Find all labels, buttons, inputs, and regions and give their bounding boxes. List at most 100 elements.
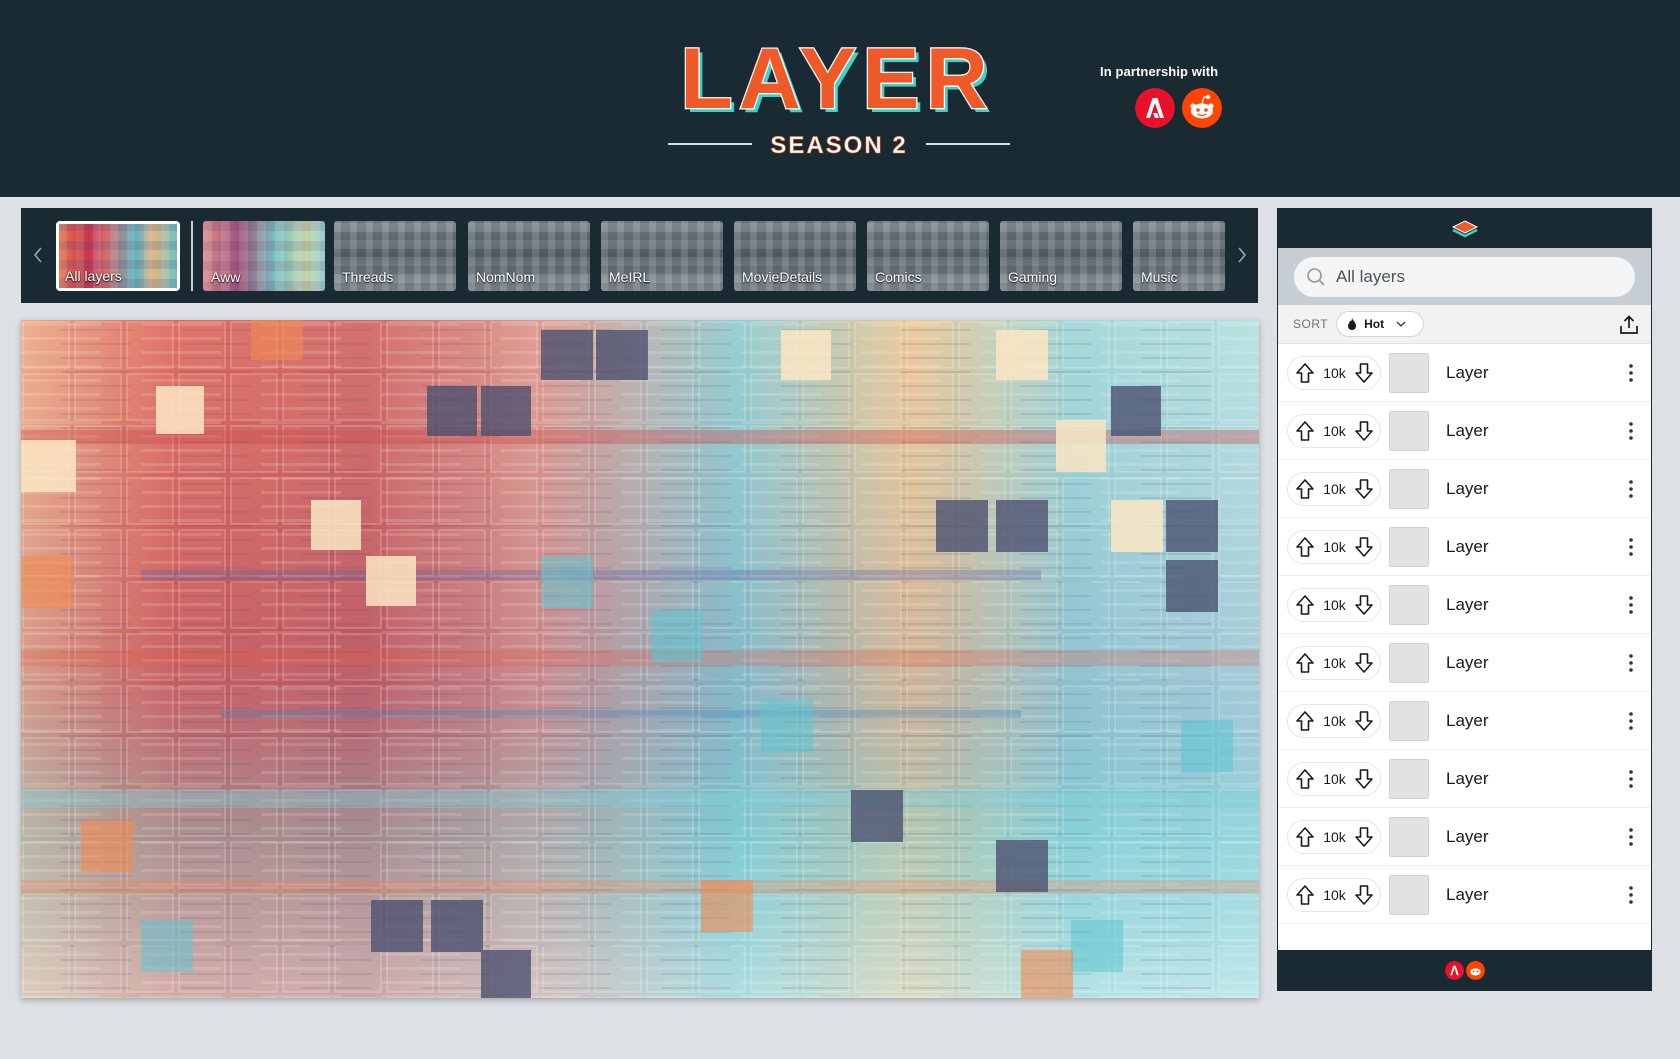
upvote-button[interactable]: [1293, 535, 1317, 559]
downvote-button[interactable]: [1352, 883, 1376, 907]
kebab-menu-icon: [1629, 596, 1633, 614]
more-options-button[interactable]: [1621, 418, 1641, 444]
list-item[interactable]: 10k Layer: [1278, 634, 1651, 692]
list-item[interactable]: 10k Layer: [1278, 692, 1651, 750]
more-options-button[interactable]: [1621, 534, 1641, 560]
downvote-button[interactable]: [1352, 651, 1376, 675]
layer-canvas[interactable]: [21, 320, 1259, 998]
upvote-button[interactable]: [1293, 767, 1317, 791]
layer-title[interactable]: Layer: [1446, 769, 1489, 789]
more-options-button[interactable]: [1621, 708, 1641, 734]
search-input[interactable]: [1336, 267, 1616, 287]
thumb-meirl[interactable]: MeIRL: [601, 221, 723, 291]
kebab-menu-icon: [1629, 422, 1633, 440]
chevron-right-icon: [1238, 247, 1247, 263]
downvote-button[interactable]: [1352, 535, 1376, 559]
layer-thumbnail[interactable]: [1389, 643, 1429, 683]
downvote-button[interactable]: [1352, 593, 1376, 617]
layer-thumbnail[interactable]: [1389, 759, 1429, 799]
layer-title[interactable]: Layer: [1446, 827, 1489, 847]
more-options-button[interactable]: [1621, 650, 1641, 676]
vote-control: 10k: [1287, 530, 1381, 564]
layer-thumbnail[interactable]: [1389, 701, 1429, 741]
layer-thumbnail[interactable]: [1389, 817, 1429, 857]
layer-title[interactable]: Layer: [1446, 421, 1489, 441]
layer-title[interactable]: Layer: [1446, 711, 1489, 731]
more-options-button[interactable]: [1621, 592, 1641, 618]
partnership-text: In partnership with: [1100, 64, 1219, 79]
list-item[interactable]: 10k Layer: [1278, 750, 1651, 808]
vote-control: 10k: [1287, 762, 1381, 796]
vote-count: 10k: [1323, 481, 1346, 497]
vote-control: 10k: [1287, 878, 1381, 912]
downvote-arrow-icon: [1355, 769, 1373, 789]
thumb-all-layers[interactable]: All layers: [56, 221, 180, 291]
share-button[interactable]: [1617, 313, 1641, 337]
list-item[interactable]: 10k Layer: [1278, 866, 1651, 924]
logo-title: LAYER: [680, 31, 994, 127]
more-options-button[interactable]: [1621, 766, 1641, 792]
sort-dropdown[interactable]: Hot: [1336, 311, 1425, 337]
list-item[interactable]: 10k Layer: [1278, 576, 1651, 634]
upvote-arrow-icon: [1296, 653, 1314, 673]
thumb-comics[interactable]: Comics: [867, 221, 989, 291]
thumb-aww[interactable]: Aww: [203, 221, 325, 291]
downvote-button[interactable]: [1352, 477, 1376, 501]
sort-bar: SORT Hot: [1278, 305, 1651, 344]
thumb-music[interactable]: Music: [1133, 221, 1225, 291]
thumb-moviedetails[interactable]: MovieDetails: [734, 221, 856, 291]
thumb-threads[interactable]: Threads: [334, 221, 456, 291]
layer-thumbnail[interactable]: [1389, 585, 1429, 625]
list-item[interactable]: 10k Layer: [1278, 808, 1651, 866]
upvote-button[interactable]: [1293, 593, 1317, 617]
list-item[interactable]: 10k Layer: [1278, 518, 1651, 576]
downvote-button[interactable]: [1352, 709, 1376, 733]
downvote-button[interactable]: [1352, 825, 1376, 849]
vote-control: 10k: [1287, 820, 1381, 854]
vote-count: 10k: [1323, 423, 1346, 439]
upvote-button[interactable]: [1293, 361, 1317, 385]
more-options-button[interactable]: [1621, 824, 1641, 850]
thumb-gaming[interactable]: Gaming: [1000, 221, 1122, 291]
strip-prev-button[interactable]: [27, 242, 49, 268]
search-icon: [1307, 268, 1325, 286]
thumb-label: Aww: [211, 269, 241, 285]
upvote-arrow-icon: [1296, 363, 1314, 383]
layer-title[interactable]: Layer: [1446, 885, 1489, 905]
list-item[interactable]: 10k Layer: [1278, 402, 1651, 460]
list-item[interactable]: 10k Layer: [1278, 344, 1651, 402]
upvote-button[interactable]: [1293, 883, 1317, 907]
vote-control: 10k: [1287, 646, 1381, 680]
more-options-button[interactable]: [1621, 360, 1641, 386]
strip-divider: [191, 221, 193, 291]
more-options-button[interactable]: [1621, 476, 1641, 502]
layer-title[interactable]: Layer: [1446, 363, 1489, 383]
downvote-arrow-icon: [1355, 711, 1373, 731]
search-box[interactable]: [1294, 257, 1635, 297]
layer-title[interactable]: Layer: [1446, 537, 1489, 557]
thumb-label: Music: [1141, 269, 1178, 285]
list-item[interactable]: 10k Layer: [1278, 460, 1651, 518]
more-options-button[interactable]: [1621, 882, 1641, 908]
layer-thumbnail[interactable]: [1389, 527, 1429, 567]
layer-thumbnail[interactable]: [1389, 353, 1429, 393]
layer-thumbnail[interactable]: [1389, 875, 1429, 915]
reddit-logo-icon: [1465, 960, 1485, 980]
layer-thumbnail[interactable]: [1389, 411, 1429, 451]
layer-thumbnail[interactable]: [1389, 469, 1429, 509]
layer-title[interactable]: Layer: [1446, 479, 1489, 499]
layer-title[interactable]: Layer: [1446, 595, 1489, 615]
downvote-button[interactable]: [1352, 419, 1376, 443]
upvote-button[interactable]: [1293, 825, 1317, 849]
upvote-button[interactable]: [1293, 477, 1317, 501]
upvote-button[interactable]: [1293, 419, 1317, 443]
vote-control: 10k: [1287, 472, 1381, 506]
downvote-button[interactable]: [1352, 361, 1376, 385]
thumb-nomnom[interactable]: NomNom: [468, 221, 590, 291]
layer-title[interactable]: Layer: [1446, 653, 1489, 673]
upvote-button[interactable]: [1293, 709, 1317, 733]
downvote-button[interactable]: [1352, 767, 1376, 791]
upvote-button[interactable]: [1293, 651, 1317, 675]
layers-stack-icon: [1451, 219, 1478, 237]
strip-next-button[interactable]: [1231, 242, 1253, 268]
